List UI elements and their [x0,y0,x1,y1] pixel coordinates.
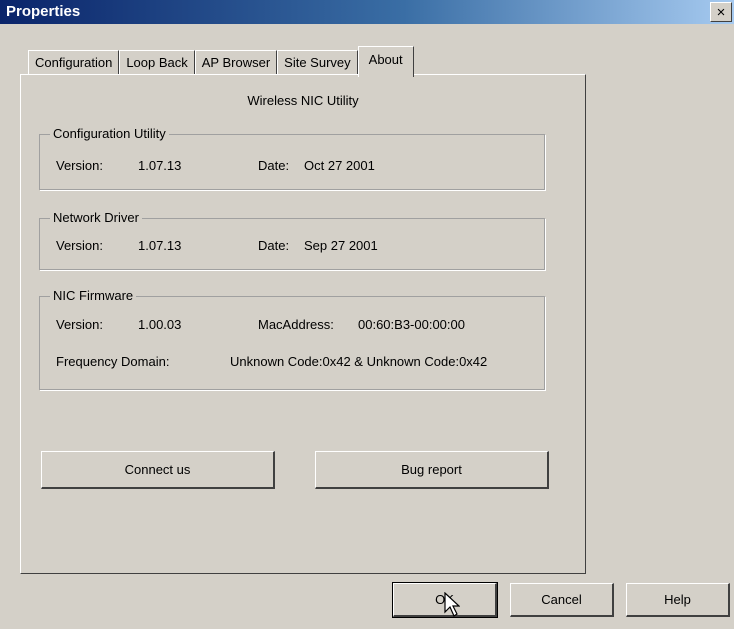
mac-address-value: 00:60:B3-00:00:00 [358,317,465,332]
window-title: Properties [6,3,81,20]
frequency-domain-label: Frequency Domain: [56,354,170,369]
help-button[interactable]: Help [626,583,730,617]
tab-ap-browser[interactable]: AP Browser [194,50,278,76]
nic-firmware-group: NIC Firmware Version: 1.00.03 MacAddress… [39,288,545,390]
network-driver-legend: Network Driver [50,210,142,225]
title-bar: Properties × [0,0,734,24]
tab-loop-back[interactable]: Loop Back [119,50,195,76]
mouse-cursor-icon [444,592,460,617]
network-driver-group: Network Driver Version: 1.07.13 Date: Se… [39,210,545,270]
panel-heading: Wireless NIC Utility [247,93,359,108]
config-version-value: 1.07.13 [138,158,182,173]
firmware-version-label: Version: [56,317,103,332]
config-utility-group: Configuration Utility Version: 1.07.13 D… [39,126,545,190]
config-date-value: Oct 27 2001 [304,158,375,173]
config-date-label: Date: [258,158,290,173]
frequency-domain-value: Unknown Code:0x42 & Unknown Code:0x42 [230,354,488,369]
about-panel: Wireless NIC Utility Configuration Utili… [20,74,586,574]
driver-version-value: 1.07.13 [138,238,182,253]
cancel-button[interactable]: Cancel [510,583,614,617]
config-utility-legend: Configuration Utility [50,126,169,141]
tab-about[interactable]: About [357,46,414,77]
mac-address-label: MacAddress: [258,317,334,332]
close-button[interactable]: × [710,2,732,22]
connect-us-button[interactable]: Connect us [41,451,275,489]
driver-date-label: Date: [258,238,290,253]
config-version-label: Version: [56,158,103,173]
driver-date-value: Sep 27 2001 [304,238,378,253]
firmware-version-value: 1.00.03 [138,317,182,332]
bug-report-button[interactable]: Bug report [315,451,549,489]
tab-site-survey[interactable]: Site Survey [277,50,358,76]
driver-version-label: Version: [56,238,103,253]
tab-configuration[interactable]: Configuration [28,50,120,76]
nic-firmware-legend: NIC Firmware [50,288,137,303]
tab-strip: Configuration Loop Back AP Browser Site … [28,46,414,77]
